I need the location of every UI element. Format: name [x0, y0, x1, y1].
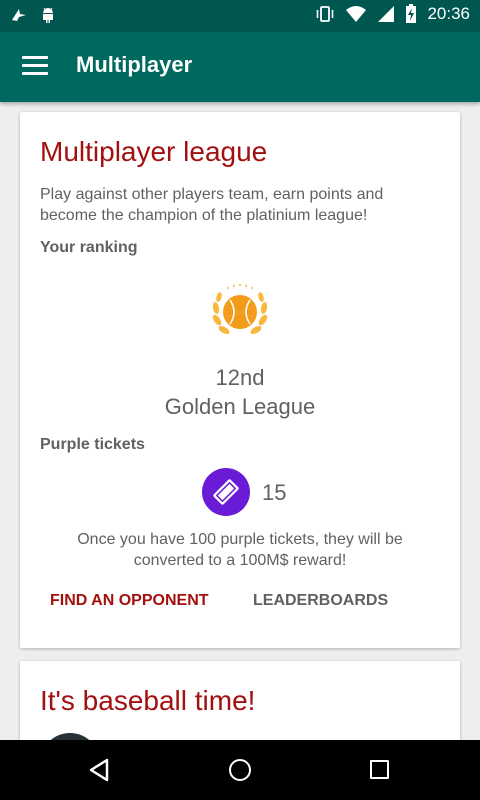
rank-league-name: Golden League	[164, 394, 316, 419]
page-title: Multiplayer	[76, 52, 193, 77]
system-nav-bar	[0, 740, 480, 800]
battery-charging-icon	[406, 4, 417, 23]
home-icon[interactable]	[229, 759, 251, 781]
rank-position: 12nd	[215, 365, 265, 390]
android-notification-icon	[43, 7, 53, 23]
vibrate-icon	[317, 6, 334, 22]
leaderboards-button[interactable]: LEADERBOARDS	[253, 592, 388, 610]
status-right-icons: 20:36	[315, 4, 470, 24]
signal-icon	[378, 6, 395, 22]
league-card-title: Multiplayer league	[40, 136, 268, 167]
recent-apps-icon[interactable]	[370, 760, 389, 779]
baseball-card-title: It's baseball time!	[40, 685, 256, 716]
hamburger-menu-icon[interactable]	[22, 56, 48, 76]
ticket-icon	[202, 468, 250, 516]
app-bar: Multiplayer	[0, 32, 480, 102]
wifi-icon	[346, 6, 367, 22]
bird-notification-icon	[12, 9, 26, 21]
ticket-reward-note: Once you have 100 purple tickets, they w…	[77, 531, 403, 569]
status-clock: 20:36	[427, 4, 470, 23]
ranking-label: Your ranking	[40, 239, 138, 256]
league-description: Play against other players team, earn po…	[40, 186, 384, 224]
ticket-count: 15	[262, 480, 287, 505]
back-icon[interactable]	[88, 758, 110, 782]
status-left-icons	[10, 6, 56, 24]
status-bar: 20:36	[0, 0, 480, 32]
baseball-laurel-icon	[212, 284, 268, 334]
purple-tickets-label: Purple tickets	[40, 436, 145, 453]
multiplayer-league-card: Multiplayer league Play against other pl…	[20, 112, 460, 648]
find-opponent-button[interactable]: FIND AN OPPONENT	[50, 592, 209, 610]
